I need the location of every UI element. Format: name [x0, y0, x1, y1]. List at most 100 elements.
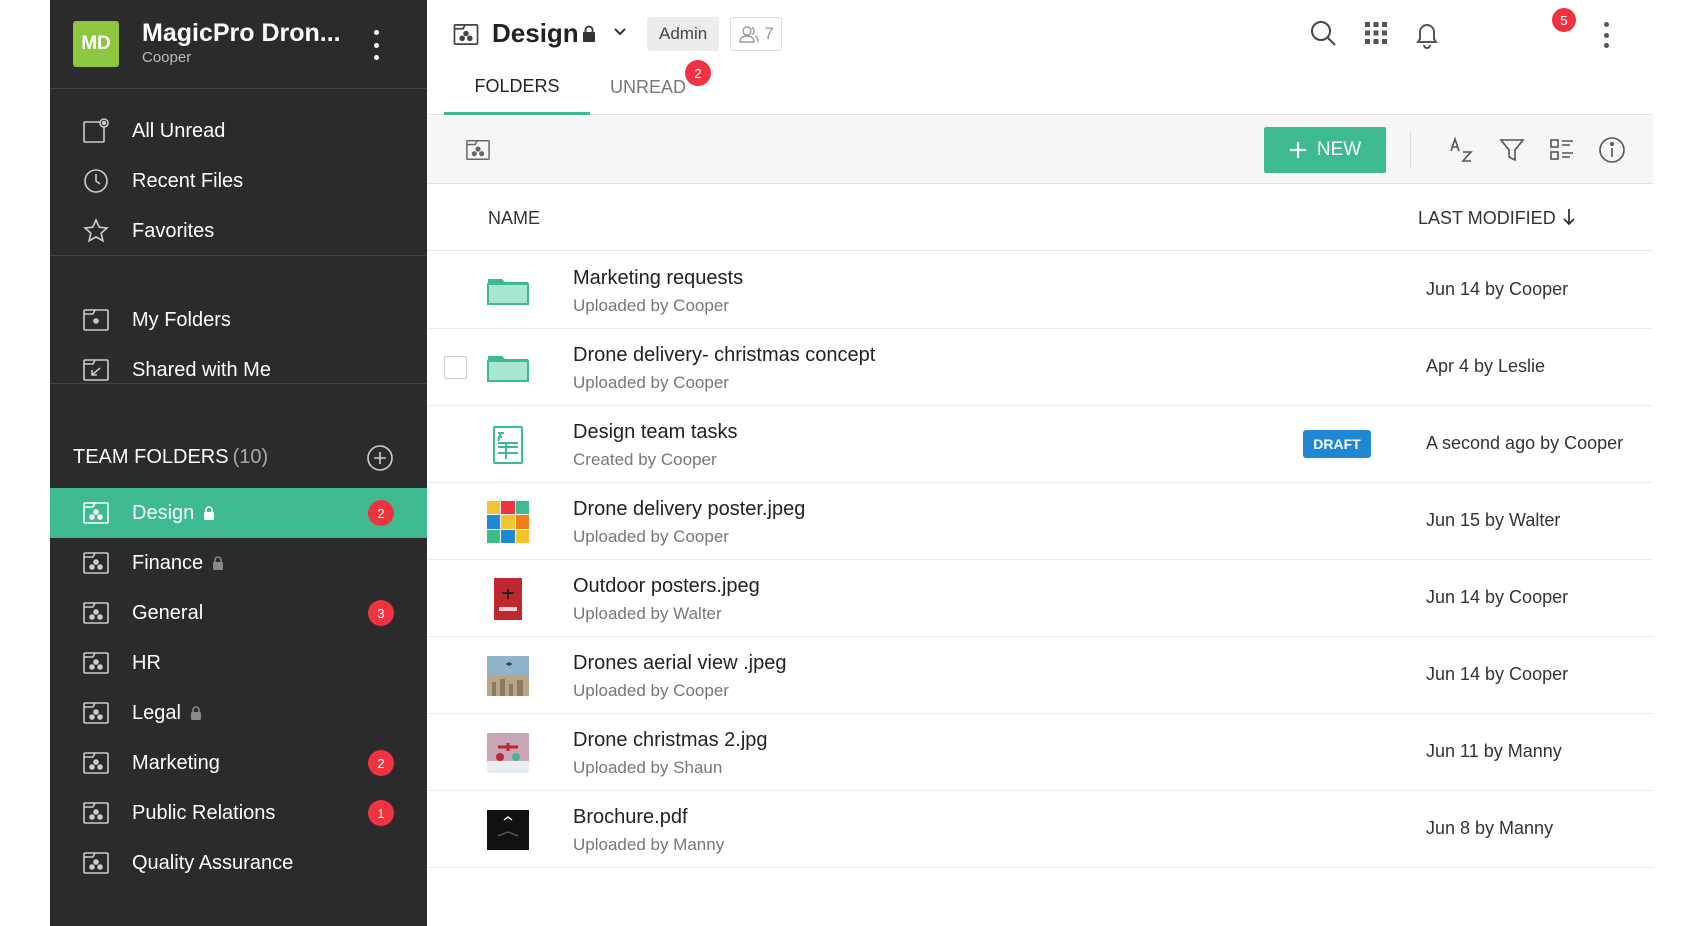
file-modified: A second ago by Cooper	[1426, 433, 1624, 453]
secondary-nav: My Folders Shared with Me	[50, 295, 427, 395]
workspace-header[interactable]: MD MagicPro Dron... Cooper	[50, 0, 427, 89]
apps-grid-icon[interactable]	[1361, 18, 1391, 48]
shared-folder-icon	[83, 359, 109, 381]
add-team-folder-icon[interactable]	[366, 444, 394, 472]
nav-item-my-folders[interactable]: My Folders	[50, 295, 427, 345]
team-folders-header: TEAM FOLDERS (10)	[50, 432, 427, 482]
folder-icon	[83, 309, 109, 331]
team-folders-count: (10)	[232, 446, 269, 468]
file-name[interactable]: Design team tasks	[573, 421, 738, 444]
unread-tab-badge: 2	[685, 60, 711, 86]
file-name[interactable]: Drone delivery- christmas concept	[573, 344, 875, 367]
plus-icon	[1289, 142, 1306, 158]
team-folder-icon	[83, 852, 109, 874]
lock-icon	[190, 706, 201, 720]
image-thumbnail	[487, 501, 529, 543]
file-meta: Uploaded by Cooper	[573, 296, 729, 315]
members-icon	[739, 26, 759, 43]
file-modified: Apr 4 by Leslie	[1426, 356, 1546, 376]
file-name[interactable]: Drone delivery poster.jpeg	[573, 498, 805, 521]
row-checkbox[interactable]	[444, 356, 467, 379]
file-row[interactable]: Drone christmas 2.jpg Uploaded by Shaun …	[427, 714, 1653, 791]
unread-badge: 2	[368, 750, 394, 776]
team-folder-icon	[83, 652, 109, 674]
team-folder-icon	[453, 24, 479, 45]
file-meta: Uploaded by Cooper	[573, 527, 729, 546]
file-modified: Jun 14 by Cooper	[1426, 664, 1569, 684]
top-bar: Design Admin 7 5	[427, 0, 1653, 60]
last-modified-column-header[interactable]: LAST MODIFIED	[1418, 208, 1556, 229]
file-row[interactable]: Drone delivery poster.jpeg Uploaded by C…	[427, 483, 1653, 560]
nav-label: Shared with Me	[132, 358, 271, 381]
clock-icon	[84, 169, 108, 193]
nav-item-recent-files[interactable]: Recent Files	[50, 156, 427, 206]
members-button[interactable]: 7	[730, 17, 782, 51]
column-header: NAME LAST MODIFIED	[427, 185, 1653, 251]
sidebar: MD MagicPro Dron... Cooper All Unread Re…	[50, 0, 427, 926]
folder-icon	[487, 279, 529, 305]
file-name[interactable]: Drone christmas 2.jpg	[573, 729, 768, 752]
nav-item-all-unread[interactable]: All Unread	[50, 106, 427, 156]
team-folder-label: General	[132, 601, 204, 624]
file-name[interactable]: Marketing requests	[573, 267, 743, 290]
unread-badge: 3	[368, 600, 394, 626]
workspace-name[interactable]: MagicPro Dron...	[142, 19, 341, 48]
image-thumbnail	[487, 733, 529, 773]
team-folder-finance[interactable]: Finance	[50, 538, 427, 588]
unread-badge: 2	[368, 500, 394, 526]
team-folder-icon	[83, 752, 109, 774]
file-name[interactable]: Outdoor posters.jpeg	[573, 575, 760, 598]
file-row[interactable]: Design team tasks Created by Cooper DRAF…	[427, 406, 1653, 483]
workspace-user: Cooper	[142, 49, 192, 66]
tab-bar: FOLDERS UNREAD	[427, 60, 1653, 115]
file-meta: Uploaded by Manny	[573, 835, 725, 854]
star-icon	[83, 218, 109, 243]
file-row[interactable]: Drone delivery- christmas concept Upload…	[427, 329, 1653, 406]
team-folder-marketing[interactable]: Marketing 2	[50, 738, 427, 788]
workspace-more-icon[interactable]	[371, 28, 381, 62]
team-folder-design[interactable]: Design 2	[50, 488, 427, 538]
nav-label: Favorites	[132, 219, 215, 242]
nav-label: All Unread	[132, 119, 226, 142]
team-folder-icon	[83, 502, 109, 524]
team-folder-label: Legal	[132, 701, 181, 724]
file-meta: Uploaded by Cooper	[573, 373, 729, 392]
team-folders-title: TEAM FOLDERS (10)	[73, 446, 268, 469]
nav-item-favorites[interactable]: Favorites	[50, 206, 427, 256]
pdf-thumbnail	[487, 810, 529, 850]
file-row[interactable]: Drones aerial view .jpeg Uploaded by Coo…	[427, 637, 1653, 714]
team-folder-quality-assurance[interactable]: Quality Assurance	[50, 838, 427, 888]
tab-folders[interactable]: FOLDERS	[444, 60, 590, 115]
nav-label: Recent Files	[132, 169, 244, 192]
team-folder-icon	[83, 802, 109, 824]
bell-icon[interactable]	[1412, 20, 1442, 50]
filter-icon[interactable]	[1497, 135, 1527, 165]
arrow-down-icon[interactable]	[1562, 207, 1576, 227]
info-icon[interactable]	[1597, 135, 1627, 165]
workspace-avatar: MD	[73, 21, 119, 67]
file-row[interactable]: Brochure.pdf Uploaded by Manny Jun 8 by …	[427, 791, 1653, 868]
list-view-icon[interactable]	[1547, 135, 1577, 165]
team-folders-label: TEAM FOLDERS	[73, 446, 229, 468]
chevron-down-icon[interactable]	[613, 27, 627, 37]
search-icon[interactable]	[1308, 18, 1338, 48]
team-folder-legal[interactable]: Legal	[50, 688, 427, 738]
more-options-icon[interactable]	[1601, 20, 1611, 50]
file-row[interactable]: Outdoor posters.jpeg Uploaded by Walter …	[427, 560, 1653, 637]
new-button-label: NEW	[1316, 139, 1362, 160]
team-folder-public-relations[interactable]: Public Relations 1	[50, 788, 427, 838]
file-name[interactable]: Drones aerial view .jpeg	[573, 652, 786, 675]
unread-icon	[83, 118, 109, 143]
team-folder-label: HR	[132, 651, 161, 674]
name-column-header[interactable]: NAME	[488, 208, 540, 229]
file-row[interactable]: Marketing requests Uploaded by Cooper Ju…	[427, 252, 1653, 329]
team-folder-general[interactable]: General 3	[50, 588, 427, 638]
team-folder-hr[interactable]: HR	[50, 638, 427, 688]
sort-az-icon[interactable]	[1447, 135, 1477, 165]
nav-item-shared-with-me[interactable]: Shared with Me	[50, 345, 427, 395]
file-name[interactable]: Brochure.pdf	[573, 806, 688, 829]
new-button[interactable]: NEW	[1264, 127, 1386, 173]
primary-nav: All Unread Recent Files Favorites	[50, 106, 427, 256]
divider	[50, 255, 427, 256]
image-thumbnail	[494, 578, 522, 620]
